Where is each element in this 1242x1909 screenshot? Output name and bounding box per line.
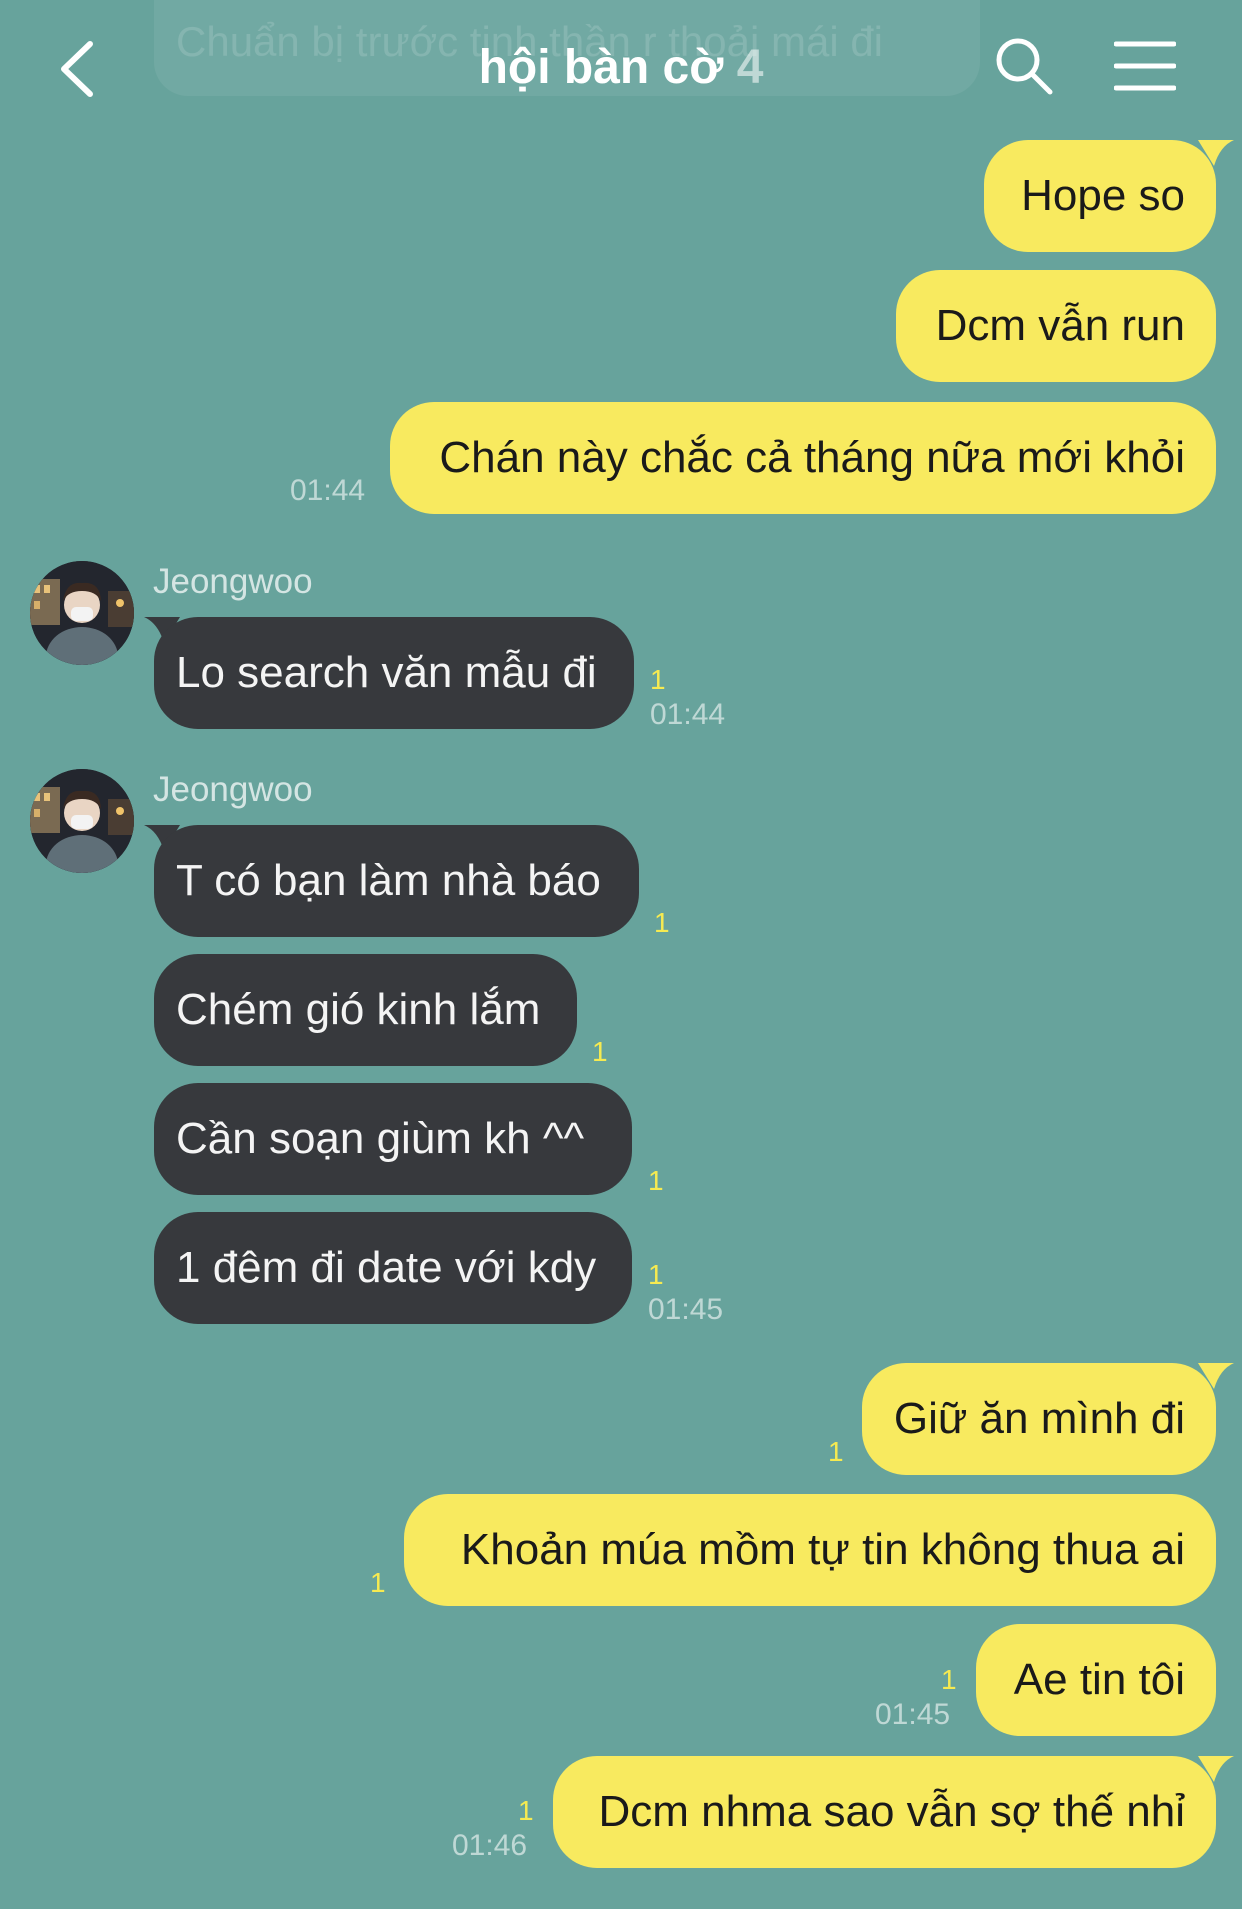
search-button[interactable] xyxy=(994,36,1056,98)
message-bubble-incoming[interactable]: T có bạn làm nhà báo xyxy=(154,825,639,937)
avatar-photo xyxy=(30,769,134,873)
unread-count: 1 xyxy=(648,1165,664,1196)
message-bubble-outgoing[interactable]: Khoản múa mồm tự tin không thua ai xyxy=(404,1494,1216,1606)
message-time: 01:45 xyxy=(875,1698,951,1731)
message-bubble-outgoing[interactable]: Hope so xyxy=(984,140,1216,252)
message-time: 01:44 xyxy=(650,698,726,731)
message-bubble-outgoing[interactable]: Giữ ăn mình đi xyxy=(862,1363,1216,1475)
unread-count: 1 xyxy=(654,907,670,938)
message-bubble-incoming[interactable]: 1 đêm đi date với kdy xyxy=(154,1212,632,1324)
message-bubble-outgoing[interactable]: Chán này chắc cả tháng nữa mới khỏi xyxy=(390,402,1216,514)
sender-name: Jeongwoo xyxy=(153,562,313,601)
bubble-tail xyxy=(1198,140,1234,166)
message-time: 01:46 xyxy=(452,1829,528,1862)
message-bubble-incoming[interactable]: Lo search văn mẫu đi xyxy=(154,617,634,729)
search-icon xyxy=(996,38,1053,95)
unread-count: 1 xyxy=(592,1036,608,1067)
chat-name: hội bàn cờ xyxy=(478,41,724,94)
avatar[interactable] xyxy=(30,769,134,873)
unread-count: 1 xyxy=(941,1664,957,1695)
message-bubble-incoming[interactable]: Cần soạn giùm kh ^^ xyxy=(154,1083,632,1195)
bubble-tail xyxy=(1198,1363,1234,1389)
unread-count: 1 xyxy=(370,1567,386,1598)
message-time: 01:44 xyxy=(290,474,366,507)
message-time: 01:45 xyxy=(648,1293,724,1326)
unread-count: 1 xyxy=(828,1436,844,1467)
unread-count: 1 xyxy=(518,1795,534,1826)
menu-button[interactable] xyxy=(1113,40,1177,92)
avatar-photo xyxy=(30,561,134,665)
message-bubble-incoming[interactable]: Chém gió kinh lắm xyxy=(154,954,577,1066)
avatar[interactable] xyxy=(30,561,134,665)
chat-screen: Chuẩn bị trước tinh thần r thoải mái đi … xyxy=(0,0,1242,1909)
member-count: 4 xyxy=(736,41,764,94)
bubble-tail xyxy=(1198,1756,1234,1782)
menu-icon xyxy=(1113,41,1177,91)
unread-count: 1 xyxy=(648,1259,664,1290)
message-bubble-outgoing[interactable]: Dcm nhma sao vẫn sợ thế nhỉ xyxy=(553,1756,1216,1868)
sender-name: Jeongwoo xyxy=(153,770,313,809)
unread-count: 1 xyxy=(650,664,666,695)
message-bubble-outgoing[interactable]: Ae tin tôi xyxy=(976,1624,1216,1736)
message-bubble-outgoing[interactable]: Dcm vẫn run xyxy=(896,270,1216,382)
